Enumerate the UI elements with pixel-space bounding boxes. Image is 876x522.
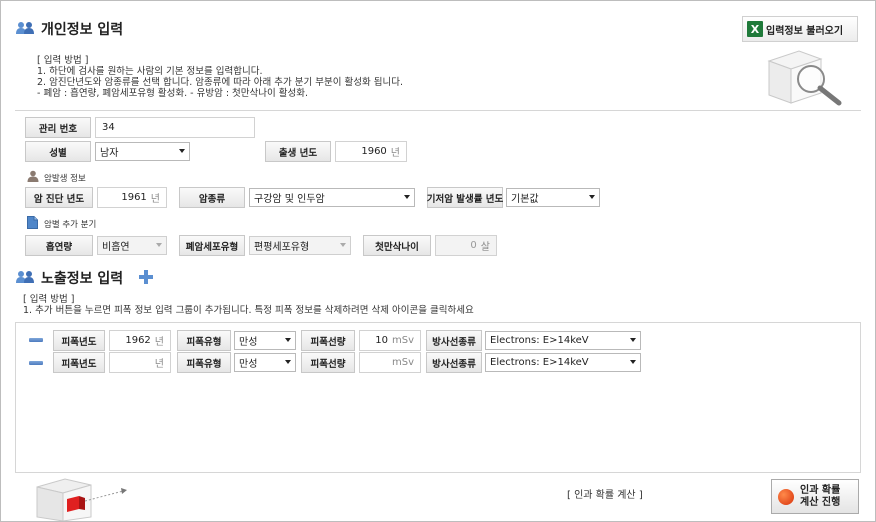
management-no-input[interactable]: 34 xyxy=(95,117,255,138)
user-icon xyxy=(27,170,39,182)
exposure-year-input[interactable]: 1962 년 xyxy=(109,330,171,351)
instruction-line-1: 1. 하단에 검사를 원하는 사람의 기본 정보를 입력합니다. xyxy=(37,66,263,77)
exposure-type-select[interactable]: 만성 xyxy=(234,353,296,372)
radiation-type-label: 방사선종류 xyxy=(426,352,482,373)
calc-button-line-1: 인과 확률 xyxy=(800,484,841,496)
exposure-info-title: 노출정보 입력 xyxy=(41,271,124,287)
baseline-year-label: 기저암 발생률 년도 xyxy=(427,187,503,208)
minus-icon xyxy=(29,361,43,365)
calc-caption: [ 인과 확률 계산 ] xyxy=(567,490,643,501)
smoking-select[interactable]: 비흡연 xyxy=(97,236,167,255)
exposure-type-select[interactable]: 만성 xyxy=(234,331,296,350)
first-birth-age-label: 첫만삭나이 xyxy=(363,235,431,256)
cancer-info-subhead: 암발생 정보 xyxy=(44,174,86,184)
chevron-down-icon xyxy=(285,338,291,342)
birth-year-input[interactable]: 1960 년 xyxy=(335,141,407,162)
exposure-dose-input[interactable]: 10 mSv xyxy=(359,330,421,351)
exposure-instruction: 1. 추가 버튼을 누르면 피폭 정보 입력 그룹이 추가됩니다. 특정 피폭 … xyxy=(23,305,474,316)
cancer-type-label: 암종류 xyxy=(179,187,245,208)
chevron-down-icon xyxy=(630,338,636,342)
people-icon xyxy=(16,271,34,283)
exposure-dose-label: 피폭선량 xyxy=(301,330,355,351)
app-window: 개인정보 입력 X 입력정보 불러오기 [ 입력 방법 ] 1. 하단에 검사를… xyxy=(0,0,876,522)
delete-exposure-button[interactable] xyxy=(27,333,45,347)
add-exposure-button[interactable] xyxy=(139,270,153,284)
cancer-extra-subhead: 암별 추가 분기 xyxy=(44,220,97,230)
exposure-instructions-header: [ 입력 방법 ] xyxy=(23,294,75,305)
diagnosis-year-input[interactable]: 1961 년 xyxy=(97,187,167,208)
radiation-type-label: 방사선종류 xyxy=(426,330,482,351)
record-icon xyxy=(778,488,794,505)
magnifier-illustration-icon xyxy=(767,50,842,106)
chevron-down-icon xyxy=(630,360,636,364)
baseline-year-select[interactable]: 기본값 xyxy=(506,188,600,207)
cancer-type-select[interactable]: 구강암 및 인두암 xyxy=(249,188,415,207)
chevron-down-icon xyxy=(179,149,185,153)
gender-label: 성별 xyxy=(25,141,91,162)
instruction-line-2: 2. 암진단년도와 암종류를 선택 합니다. 암종류에 따라 아래 추가 분기 … xyxy=(37,77,403,88)
divider xyxy=(15,110,861,111)
calculate-probability-button[interactable]: 인과 확률 계산 진행 xyxy=(771,479,859,514)
instructions-header: [ 입력 방법 ] xyxy=(37,55,89,66)
personal-info-title: 개인정보 입력 xyxy=(41,22,124,38)
delete-exposure-button[interactable] xyxy=(27,356,45,370)
exposure-dose-label: 피폭선량 xyxy=(301,352,355,373)
exposure-dose-input[interactable]: mSv xyxy=(359,352,421,373)
exposure-year-label: 피폭년도 xyxy=(53,330,105,351)
people-icon xyxy=(16,22,34,34)
instruction-line-3: - 폐암 : 흡연량, 폐암세포유형 활성화. - 유방암 : 첫만삭나이 활성… xyxy=(37,88,309,99)
chevron-down-icon xyxy=(340,243,346,247)
gender-select[interactable]: 남자 xyxy=(95,142,190,161)
radiation-type-select[interactable]: Electrons: E>14keV xyxy=(485,353,641,372)
management-no-label: 관리 번호 xyxy=(25,117,91,138)
minus-icon xyxy=(29,338,43,342)
lung-cell-type-select[interactable]: 편평세포유형 xyxy=(249,236,351,255)
lung-cell-type-label: 폐암세포유형 xyxy=(179,235,245,256)
exposure-type-label: 피폭유형 xyxy=(177,330,231,351)
exposure-type-label: 피폭유형 xyxy=(177,352,231,373)
load-input-label: 입력정보 불러오기 xyxy=(766,25,844,37)
document-icon xyxy=(27,216,38,229)
excel-icon: X xyxy=(747,21,763,37)
exposure-year-label: 피폭년도 xyxy=(53,352,105,373)
chevron-down-icon xyxy=(589,195,595,199)
first-birth-age-input[interactable]: 0살 xyxy=(435,235,497,256)
cube-illustration-icon xyxy=(36,478,127,521)
chevron-down-icon xyxy=(404,195,410,199)
birth-year-label: 출생 년도 xyxy=(265,141,331,162)
load-input-button[interactable]: X 입력정보 불러오기 xyxy=(742,16,858,42)
calc-button-line-2: 계산 진행 xyxy=(800,496,841,508)
radiation-type-select[interactable]: Electrons: E>14keV xyxy=(485,331,641,350)
diagnosis-year-label: 암 진단 년도 xyxy=(25,187,93,208)
chevron-down-icon xyxy=(156,243,162,247)
chevron-down-icon xyxy=(285,360,291,364)
smoking-label: 흡연량 xyxy=(25,235,93,256)
exposure-year-input[interactable]: 년 xyxy=(109,352,171,373)
